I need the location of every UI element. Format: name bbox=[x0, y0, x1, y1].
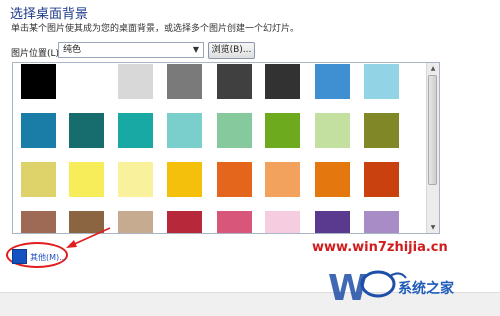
color-swatch[interactable] bbox=[265, 162, 300, 197]
scroll-thumb[interactable] bbox=[428, 75, 437, 185]
color-swatch[interactable] bbox=[167, 211, 202, 233]
color-swatch[interactable] bbox=[69, 113, 104, 148]
color-swatch[interactable] bbox=[315, 64, 350, 99]
watermark-url: www.win7zhijia.cn bbox=[312, 240, 448, 255]
color-swatch[interactable] bbox=[167, 113, 202, 148]
color-swatch[interactable] bbox=[118, 113, 153, 148]
color-swatch[interactable] bbox=[21, 113, 56, 148]
picture-location-select[interactable]: 纯色 ▼ bbox=[58, 42, 204, 58]
browse-button[interactable]: 浏览(B)... bbox=[208, 42, 255, 59]
color-swatch[interactable] bbox=[69, 64, 104, 99]
chevron-down-icon: ▼ bbox=[192, 45, 200, 54]
color-swatch[interactable] bbox=[167, 64, 202, 99]
color-swatch[interactable] bbox=[21, 211, 56, 233]
color-swatch[interactable] bbox=[364, 162, 399, 197]
other-color-link[interactable]: 其他(M)... bbox=[30, 252, 67, 263]
color-swatch[interactable] bbox=[118, 211, 153, 233]
color-swatch[interactable] bbox=[217, 113, 252, 148]
color-swatch[interactable] bbox=[364, 64, 399, 99]
color-swatch[interactable] bbox=[265, 211, 300, 233]
color-swatch[interactable] bbox=[217, 162, 252, 197]
scroll-down-icon[interactable]: ▼ bbox=[427, 222, 439, 233]
color-swatch[interactable] bbox=[364, 113, 399, 148]
color-swatch[interactable] bbox=[364, 211, 399, 233]
scroll-up-icon[interactable]: ▲ bbox=[427, 63, 439, 74]
color-swatch[interactable] bbox=[265, 64, 300, 99]
other-color-swatch[interactable] bbox=[12, 249, 27, 264]
color-swatch-grid: ▲ ▼ bbox=[12, 62, 440, 234]
color-swatch[interactable] bbox=[118, 64, 153, 99]
picture-location-label: 图片位置(L): bbox=[11, 49, 63, 59]
scrollbar[interactable]: ▲ ▼ bbox=[426, 63, 439, 233]
color-swatch[interactable] bbox=[167, 162, 202, 197]
color-swatch[interactable] bbox=[217, 64, 252, 99]
watermark-logo-icon: W bbox=[328, 268, 407, 308]
color-swatch[interactable] bbox=[21, 162, 56, 197]
color-swatch[interactable] bbox=[265, 113, 300, 148]
picture-location-value: 纯色 bbox=[63, 45, 82, 55]
color-swatch[interactable] bbox=[315, 162, 350, 197]
color-swatch[interactable] bbox=[315, 113, 350, 148]
page-title: 选择桌面背景 bbox=[10, 7, 89, 22]
watermark-brand: 系统之家 bbox=[398, 281, 454, 297]
page-description: 单击某个图片使其成为您的桌面背景，或选择多个图片创建一个幻灯片。 bbox=[11, 24, 300, 34]
color-swatch[interactable] bbox=[69, 211, 104, 233]
color-swatch[interactable] bbox=[21, 64, 56, 99]
color-swatch[interactable] bbox=[69, 162, 104, 197]
color-swatch[interactable] bbox=[118, 162, 153, 197]
color-swatch[interactable] bbox=[217, 211, 252, 233]
color-swatch[interactable] bbox=[315, 211, 350, 233]
